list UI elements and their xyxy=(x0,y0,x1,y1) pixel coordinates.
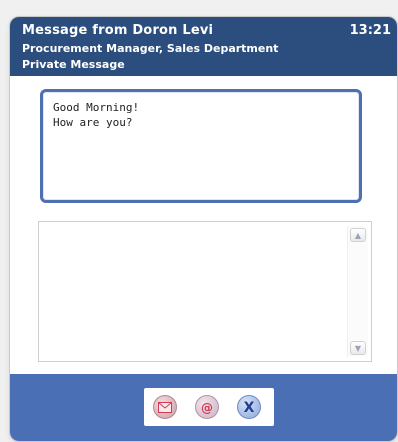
scroll-down-button[interactable]: ▼ xyxy=(350,341,366,355)
received-message-box: Good Morning! How are you? xyxy=(40,89,362,203)
chevron-up-icon: ▲ xyxy=(354,231,362,240)
at-sign-icon: @ xyxy=(201,401,213,415)
envelope-icon xyxy=(158,402,172,413)
reply-input[interactable] xyxy=(39,222,345,361)
message-line-2: How are you? xyxy=(53,116,133,129)
message-type: Private Message xyxy=(22,58,125,71)
message-window: Message from Doron Levi 13:21 Procuremen… xyxy=(9,16,398,442)
reply-scrollbar[interactable]: ▲ ▼ xyxy=(347,226,368,357)
message-header: Message from Doron Levi 13:21 Procuremen… xyxy=(10,17,397,76)
message-line-1: Good Morning! xyxy=(53,101,140,114)
close-button[interactable]: X xyxy=(237,395,261,419)
reply-area: ▲ ▼ xyxy=(38,221,372,362)
sender-role: Procurement Manager, Sales Department xyxy=(22,42,279,55)
message-time: 13:21 xyxy=(349,23,391,38)
close-x-icon: X xyxy=(243,400,255,416)
sender-title: Message from Doron Levi xyxy=(22,23,214,38)
scroll-up-button[interactable]: ▲ xyxy=(350,228,366,242)
email-button[interactable]: @ xyxy=(195,395,219,419)
action-footer: @ X xyxy=(10,374,397,441)
chevron-down-icon: ▼ xyxy=(354,344,362,353)
action-bar: @ X xyxy=(144,388,274,426)
reply-mail-button[interactable] xyxy=(153,395,177,419)
